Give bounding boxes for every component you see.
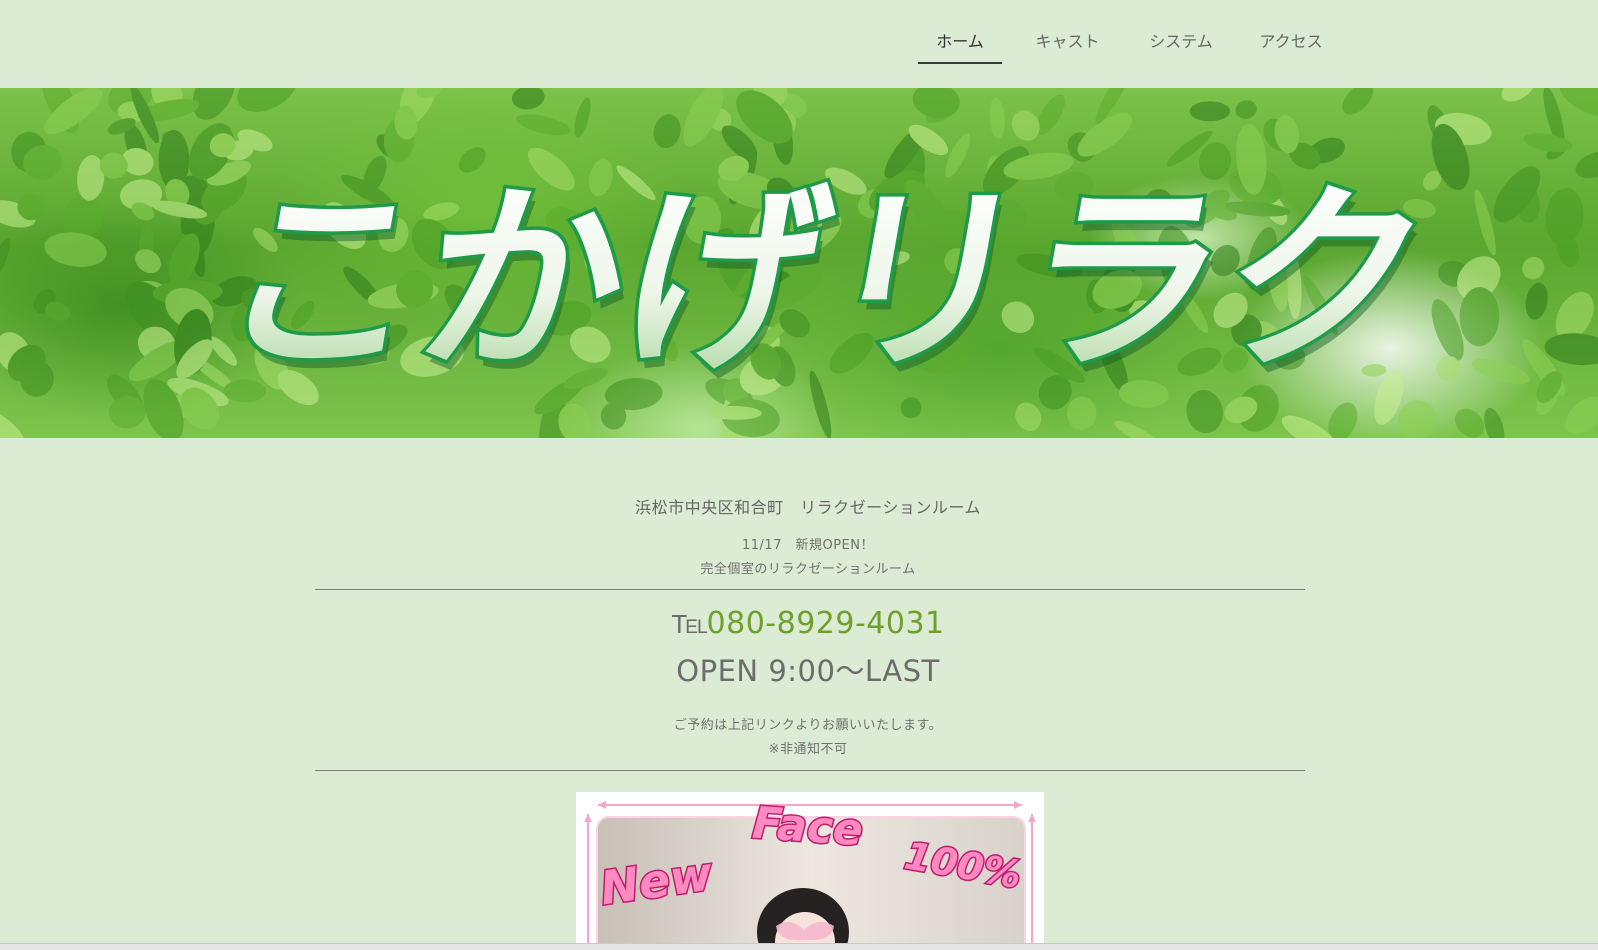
hero-banner: こかげリラク こかげリラク [0, 88, 1598, 438]
opening-hours: OPEN 9:00～LAST [676, 654, 940, 688]
nav-item-cast[interactable]: キャスト [1012, 22, 1123, 64]
new-face-promo-image[interactable]: New Face 100% [576, 792, 1044, 949]
tel-number-link[interactable]: 080-8929-4031 [707, 606, 945, 641]
caller-id-note: ※非通知不可 [768, 742, 848, 757]
location-heading: 浜松市中央区和合町 リラクゼーションルーム [635, 498, 981, 517]
hero-logo-text: こかげリラク [204, 164, 1445, 397]
main-nav: ホーム キャスト システム アクセス [918, 22, 1343, 64]
arrow-up-icon [584, 814, 592, 822]
tel-label: TEL [671, 609, 707, 639]
arrow-up-icon [1028, 814, 1036, 822]
reservation-note: ご予約は上記リンクよりお願いいたします。 [673, 718, 943, 733]
hero-logo: こかげリラク こかげリラク [200, 161, 1449, 408]
arrow-right-icon [1014, 801, 1022, 809]
nav-item-system[interactable]: システム [1129, 22, 1233, 64]
divider-top [315, 589, 1305, 590]
arrow-left-icon [598, 801, 606, 809]
tel-line: TEL080-8929-4031 [0, 606, 1598, 641]
promo-word-face: Face [751, 798, 865, 857]
top-bar: ホーム キャスト システム アクセス [0, 0, 1598, 88]
promo-graphic: New Face 100% [584, 796, 1036, 949]
open-notice: 11/17 新規OPEN！ [742, 538, 874, 553]
nav-item-home[interactable]: ホーム [918, 22, 1002, 64]
divider-bottom [315, 770, 1305, 771]
nav-item-access[interactable]: アクセス [1239, 22, 1343, 64]
room-description: 完全個室のリラクゼーションルーム [700, 562, 916, 577]
